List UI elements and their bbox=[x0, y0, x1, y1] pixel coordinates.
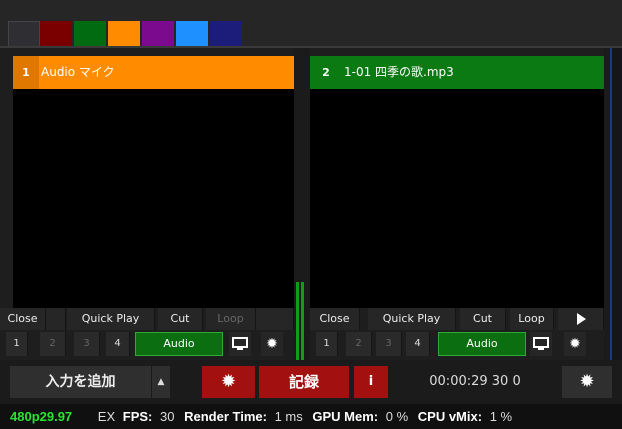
overlay-3-button[interactable]: 3 bbox=[74, 332, 100, 356]
close-button[interactable]: Close bbox=[310, 308, 360, 330]
overlay-1-button[interactable]: 1 bbox=[316, 332, 338, 356]
settings-gear-icon[interactable]: ✹ bbox=[562, 366, 612, 398]
info-button[interactable]: i bbox=[354, 366, 388, 398]
colour-swatch-green[interactable] bbox=[74, 21, 106, 47]
input-panel-1: 1 Audio マイク Close Quick Play Cut Loop 1 … bbox=[0, 48, 294, 374]
spacer bbox=[256, 308, 294, 330]
input-preview[interactable] bbox=[13, 89, 294, 308]
overlay-4-button[interactable]: 4 bbox=[406, 332, 430, 356]
cut-button[interactable]: Cut bbox=[460, 308, 506, 330]
colour-swatch-blue[interactable] bbox=[176, 21, 208, 47]
next-input-edge[interactable] bbox=[610, 48, 622, 374]
vu-meter-left bbox=[296, 282, 299, 372]
audio-button[interactable]: Audio bbox=[135, 332, 223, 356]
ex-label: EX bbox=[97, 409, 116, 424]
input-panel-2: 2 1-01 四季の歌.mp3 Close Quick Play Cut Loo… bbox=[310, 48, 604, 374]
record-button[interactable]: 記録 bbox=[259, 366, 349, 398]
quick-play-button[interactable]: Quick Play bbox=[368, 308, 456, 330]
input-title-bar[interactable]: 1 Audio マイク bbox=[13, 56, 294, 89]
render-time-label: Render Time: bbox=[184, 409, 267, 424]
gear-icon[interactable]: ✹ bbox=[261, 332, 283, 356]
colour-swatch-purple[interactable] bbox=[142, 21, 174, 47]
overlay-1-button[interactable]: 1 bbox=[6, 332, 28, 356]
fps-label: FPS: bbox=[122, 409, 153, 424]
record-settings-gear-icon[interactable]: ✹ bbox=[202, 366, 255, 398]
cpu-vmix-label: CPU vMix: bbox=[417, 409, 483, 424]
monitor-icon[interactable] bbox=[530, 332, 552, 356]
loop-button[interactable]: Loop bbox=[206, 308, 256, 330]
overlay-2-button[interactable]: 2 bbox=[40, 332, 66, 356]
input-number: 2 bbox=[310, 56, 342, 89]
input-title-bar[interactable]: 2 1-01 四季の歌.mp3 bbox=[310, 56, 604, 89]
audio-button[interactable]: Audio bbox=[438, 332, 526, 356]
play-icon[interactable] bbox=[558, 308, 604, 330]
timecode: 00:00:29 30 0 bbox=[429, 374, 521, 389]
close-button[interactable]: Close bbox=[0, 308, 46, 330]
cpu-vmix-value: 1 % bbox=[489, 409, 513, 424]
resolution-label[interactable]: 480p29.97 bbox=[10, 404, 72, 429]
add-input-button[interactable]: 入力を追加 bbox=[10, 366, 151, 398]
colour-swatch-red[interactable] bbox=[40, 21, 72, 47]
loop-button[interactable]: Loop bbox=[510, 308, 554, 330]
colour-swatch-orange[interactable] bbox=[108, 21, 140, 47]
input-title: Audio マイク bbox=[41, 65, 115, 79]
fps-value: 30 bbox=[160, 409, 175, 424]
colour-tag-bar bbox=[0, 0, 622, 48]
colour-swatch-none[interactable] bbox=[8, 21, 40, 47]
overlay-4-button[interactable]: 4 bbox=[106, 332, 130, 356]
caret-up-icon[interactable]: ▲ bbox=[152, 366, 170, 398]
main-toolbar: 入力を追加 ▲ ✹ 記録 i 00:00:29 30 0 ✹ bbox=[0, 360, 622, 402]
gpu-mem-value: 0 % bbox=[385, 409, 409, 424]
vu-meter-right bbox=[301, 282, 304, 372]
overlay-2-button[interactable]: 2 bbox=[346, 332, 372, 356]
gear-icon[interactable]: ✹ bbox=[564, 332, 586, 356]
input-number: 1 bbox=[13, 56, 39, 89]
gpu-mem-label: GPU Mem: bbox=[312, 409, 379, 424]
input-title: 1-01 四季の歌.mp3 bbox=[344, 65, 454, 79]
overlay-3-button[interactable]: 3 bbox=[376, 332, 402, 356]
monitor-icon[interactable] bbox=[229, 332, 251, 356]
spacer bbox=[46, 308, 66, 330]
colour-swatch-navy[interactable] bbox=[210, 21, 242, 47]
input-preview[interactable] bbox=[310, 89, 604, 308]
render-time-value: 1 ms bbox=[274, 409, 303, 424]
quick-play-button[interactable]: Quick Play bbox=[67, 308, 155, 330]
status-bar: 480p29.97 EX FPS: 30 Render Time: 1 ms G… bbox=[0, 404, 622, 429]
cut-button[interactable]: Cut bbox=[158, 308, 203, 330]
